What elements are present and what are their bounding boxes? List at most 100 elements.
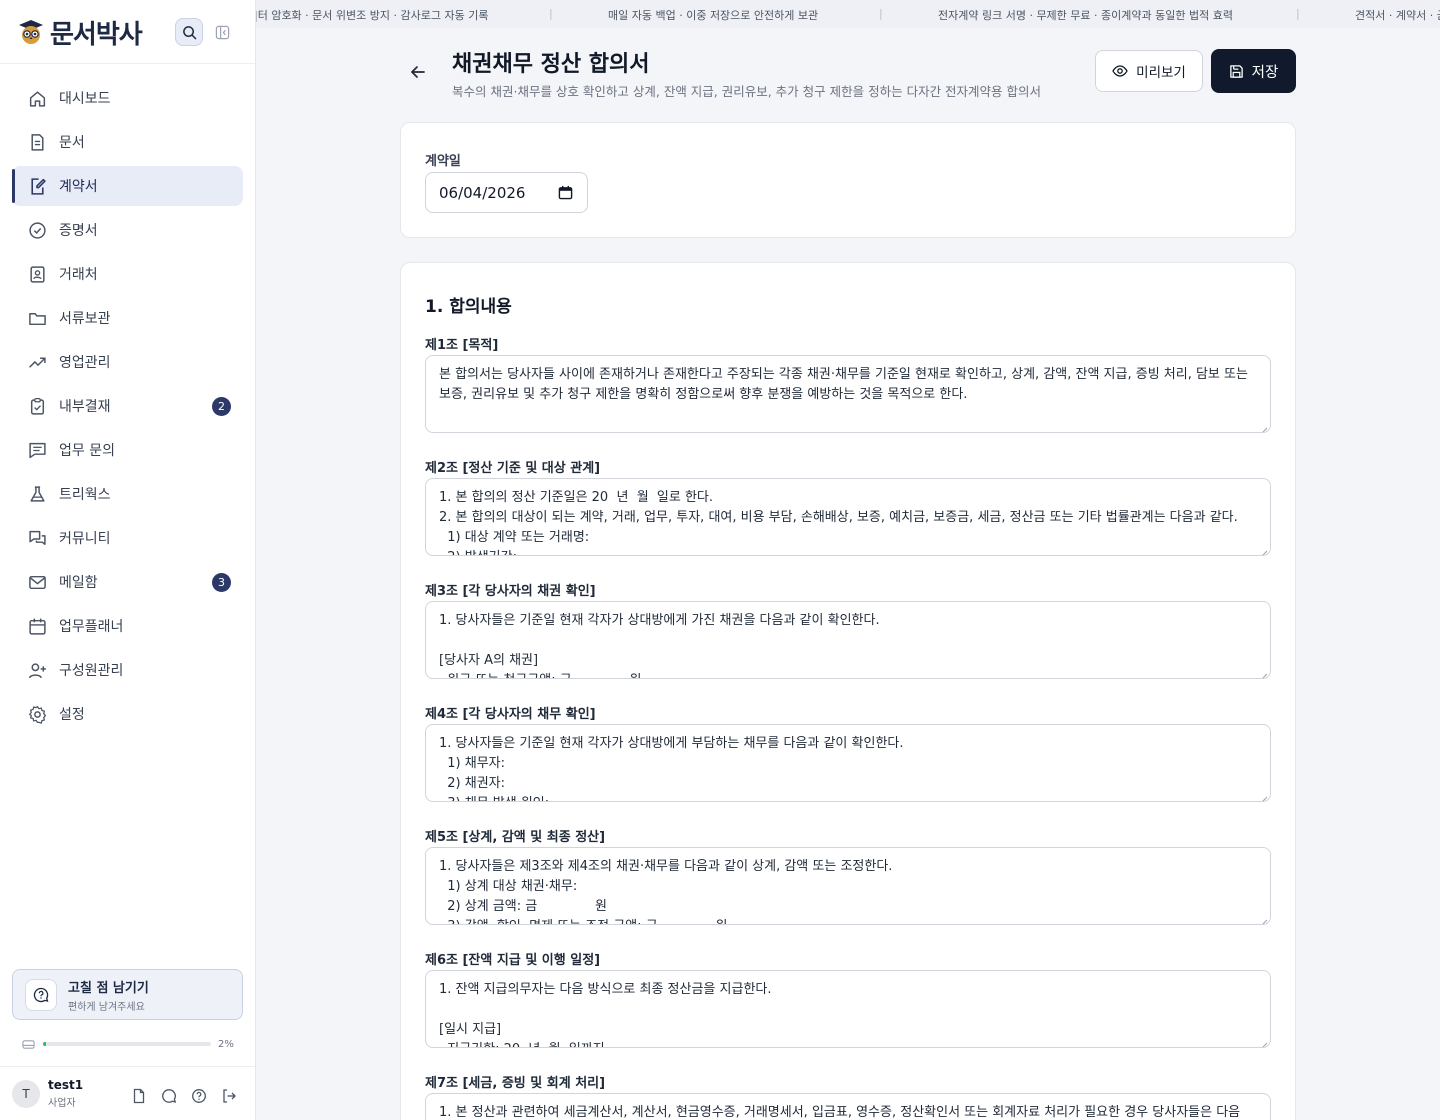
sidebar-item-12[interactable]: 메일함 3	[12, 562, 243, 602]
sidebar-item-1[interactable]: 대시보드	[12, 78, 243, 118]
article-text: 본 합의서는 당사자들 사이에 존재하거나 존재한다고 주장되는 각종 채권·채…	[439, 367, 1253, 402]
resize-grip-icon[interactable]	[1260, 1037, 1268, 1047]
sidebar-item-label: 업무 문의	[59, 443, 115, 459]
sidebar-nav: 대시보드문서계약서증명서거래처서류보관영업관리내부결재 2 업무 문의트리웍스커뮤니…	[12, 78, 243, 738]
sidebar-item-label: 구성원관리	[59, 663, 124, 679]
article-label: 제1조 [목적]	[425, 338, 499, 353]
help-icon[interactable]	[189, 1086, 209, 1106]
resize-grip-icon[interactable]	[1260, 668, 1268, 678]
article-label: 제6조 [잔액 지급 및 이행 일정]	[425, 953, 601, 968]
sidebar-item-label: 증명서	[59, 223, 98, 239]
sidebar-item-14[interactable]: 구성원관리	[12, 650, 243, 690]
collapse-sidebar-button[interactable]	[212, 22, 232, 42]
arrow-left-icon	[411, 66, 425, 78]
logout-icon[interactable]	[219, 1086, 239, 1106]
sidebar-item-15[interactable]: 설정	[12, 694, 243, 734]
back-button[interactable]	[406, 60, 430, 84]
article-textarea[interactable]: 1. 당사자들은 기준일 현재 각자가 상대방에게 가진 채권을 다음과 같이 …	[425, 601, 1271, 679]
contract-edit-icon	[26, 175, 48, 197]
preview-label: 미리보기	[1136, 65, 1186, 81]
sidebar-item-label: 거래처	[59, 267, 98, 283]
article-label: 제3조 [각 당사자의 채권 확인]	[425, 584, 596, 599]
document-icon[interactable]	[129, 1086, 149, 1106]
sidebar-item-3[interactable]: 계약서	[12, 166, 243, 206]
document-icon	[26, 131, 48, 153]
mail-icon	[26, 571, 48, 593]
resize-grip-icon[interactable]	[1260, 914, 1268, 924]
sidebar-item-label: 메일함	[59, 575, 98, 591]
save-button[interactable]: 저장	[1211, 49, 1296, 93]
contract-date-input[interactable]: 06/04/2026	[425, 172, 588, 213]
resize-grip-icon[interactable]	[1260, 422, 1268, 432]
message-square-icon	[26, 439, 48, 461]
article-textarea[interactable]: 1. 잔액 지급의무자는 다음 방식으로 최종 정산금을 지급한다. [일시 지…	[425, 970, 1271, 1048]
article-text: 1. 당사자들은 기준일 현재 각자가 상대방에게 가진 채권을 다음과 같이 …	[439, 613, 880, 678]
article-text: 1. 본 합의의 정산 기준일은 20 년 월 일로 한다. 2. 본 합의의 …	[439, 490, 1238, 555]
calendar-icon[interactable]	[558, 185, 573, 200]
section-title: 1. 합의내용	[425, 297, 512, 317]
feedback-help-icon	[25, 978, 57, 1011]
sidebar-item-label: 서류보관	[59, 311, 111, 327]
sidebar-item-label: 계약서	[59, 179, 98, 195]
folder-icon	[26, 307, 48, 329]
eye-icon	[1112, 65, 1128, 77]
storage-drive-icon	[22, 1039, 35, 1049]
sidebar-collapse-icon	[215, 25, 229, 39]
sidebar-item-10[interactable]: 트리웍스	[12, 474, 243, 514]
page-title: 채권채무 정산 합의서	[452, 52, 650, 77]
brand-name: 문서박사	[50, 19, 143, 50]
chat-icon[interactable]	[159, 1086, 179, 1106]
sidebar-item-13[interactable]: 업무플래너	[12, 606, 243, 646]
contract-date-value: 06/04/2026	[439, 183, 526, 202]
storage-percent: 2%	[218, 1038, 234, 1050]
sidebar-item-8[interactable]: 내부결재 2	[12, 386, 243, 426]
article-textarea[interactable]: 1. 본 합의의 정산 기준일은 20 년 월 일로 한다. 2. 본 합의의 …	[425, 478, 1271, 556]
agreement-content-card: 1. 합의내용 제1조 [목적] 본 합의서는 당사자들 사이에 존재하거나 존재…	[400, 262, 1296, 1120]
article-textarea[interactable]: 1. 당사자들은 제3조와 제4조의 채권·채무를 다음과 같이 상계, 감액 …	[425, 847, 1271, 925]
sidebar-item-label: 영업관리	[59, 355, 111, 371]
user-profile: T test1 사업자	[0, 1066, 255, 1120]
sidebar-item-label: 대시보드	[59, 91, 111, 107]
feedback-title: 고칠 점 남기기	[68, 980, 149, 996]
page-subtitle: 복수의 채권·채무를 상호 확인하고 상계, 잔액 지급, 권리유보, 추가 청…	[452, 84, 1042, 99]
notification-badge: 3	[212, 573, 231, 592]
sidebar-item-5[interactable]: 거래처	[12, 254, 243, 294]
article-label: 제5조 [상계, 감액 및 최종 정산]	[425, 830, 606, 845]
sidebar-item-4[interactable]: 증명서	[12, 210, 243, 250]
sidebar-item-11[interactable]: 커뮤니티	[12, 518, 243, 558]
flask-icon	[26, 483, 48, 505]
owl-graduate-logo-icon	[18, 19, 44, 45]
article-textarea[interactable]: 1. 당사자들은 기준일 현재 각자가 상대방에게 부담하는 채무를 다음과 같…	[425, 724, 1271, 802]
contact-card-icon	[26, 263, 48, 285]
article-label: 제7조 [세금, 증빙 및 회계 처리]	[425, 1076, 606, 1091]
article-textarea[interactable]: 본 합의서는 당사자들 사이에 존재하거나 존재한다고 주장되는 각종 채권·채…	[425, 355, 1271, 433]
search-button[interactable]	[175, 18, 203, 46]
sidebar-item-2[interactable]: 문서	[12, 122, 243, 162]
resize-grip-icon[interactable]	[1260, 791, 1268, 801]
brand[interactable]: 문서박사	[18, 14, 143, 50]
article-label: 제2조 [정산 기준 및 대상 관계]	[425, 461, 601, 476]
sidebar-item-label: 커뮤니티	[59, 531, 111, 547]
sidebar-item-6[interactable]: 서류보관	[12, 298, 243, 338]
user-role: 사업자	[48, 1098, 76, 1109]
article-label: 제4조 [각 당사자의 채무 확인]	[425, 707, 596, 722]
feedback-button[interactable]: 고칠 점 남기기 편하게 남겨주세요	[12, 969, 243, 1020]
chat-bubbles-icon	[26, 527, 48, 549]
avatar[interactable]: T	[12, 1079, 40, 1108]
ticker-item: 전자계약 링크 서명 · 무제한 무료 · 종이계약과 동일한 법적 효력	[938, 9, 1233, 22]
ticker-separator: |	[879, 7, 883, 20]
article-textarea[interactable]: 1. 본 정산과 관련하여 세금계산서, 계산서, 현금영수증, 거래명세서, …	[425, 1093, 1271, 1120]
article-text: 1. 당사자들은 제3조와 제4조의 채권·채무를 다음과 같이 상계, 감액 …	[439, 859, 893, 924]
article-text: 1. 당사자들은 기준일 현재 각자가 상대방에게 부담하는 채무를 다음과 같…	[439, 736, 904, 801]
sidebar-item-9[interactable]: 업무 문의	[12, 430, 243, 470]
clipboard-check-icon	[26, 395, 48, 417]
save-label: 저장	[1251, 64, 1279, 81]
preview-button[interactable]: 미리보기	[1095, 50, 1203, 92]
save-icon	[1229, 64, 1243, 78]
sidebar-item-label: 트리웍스	[59, 487, 111, 503]
sidebar: 문서박사 대시보드문서계약서증명서거래처서류보관영업관리내부결재 2 업무 문의트리…	[0, 0, 256, 1120]
sidebar-item-7[interactable]: 영업관리	[12, 342, 243, 382]
home-icon	[26, 87, 48, 109]
article-text: 1. 잔액 지급의무자는 다음 방식으로 최종 정산금을 지급한다. [일시 지…	[439, 982, 772, 1047]
resize-grip-icon[interactable]	[1260, 545, 1268, 555]
